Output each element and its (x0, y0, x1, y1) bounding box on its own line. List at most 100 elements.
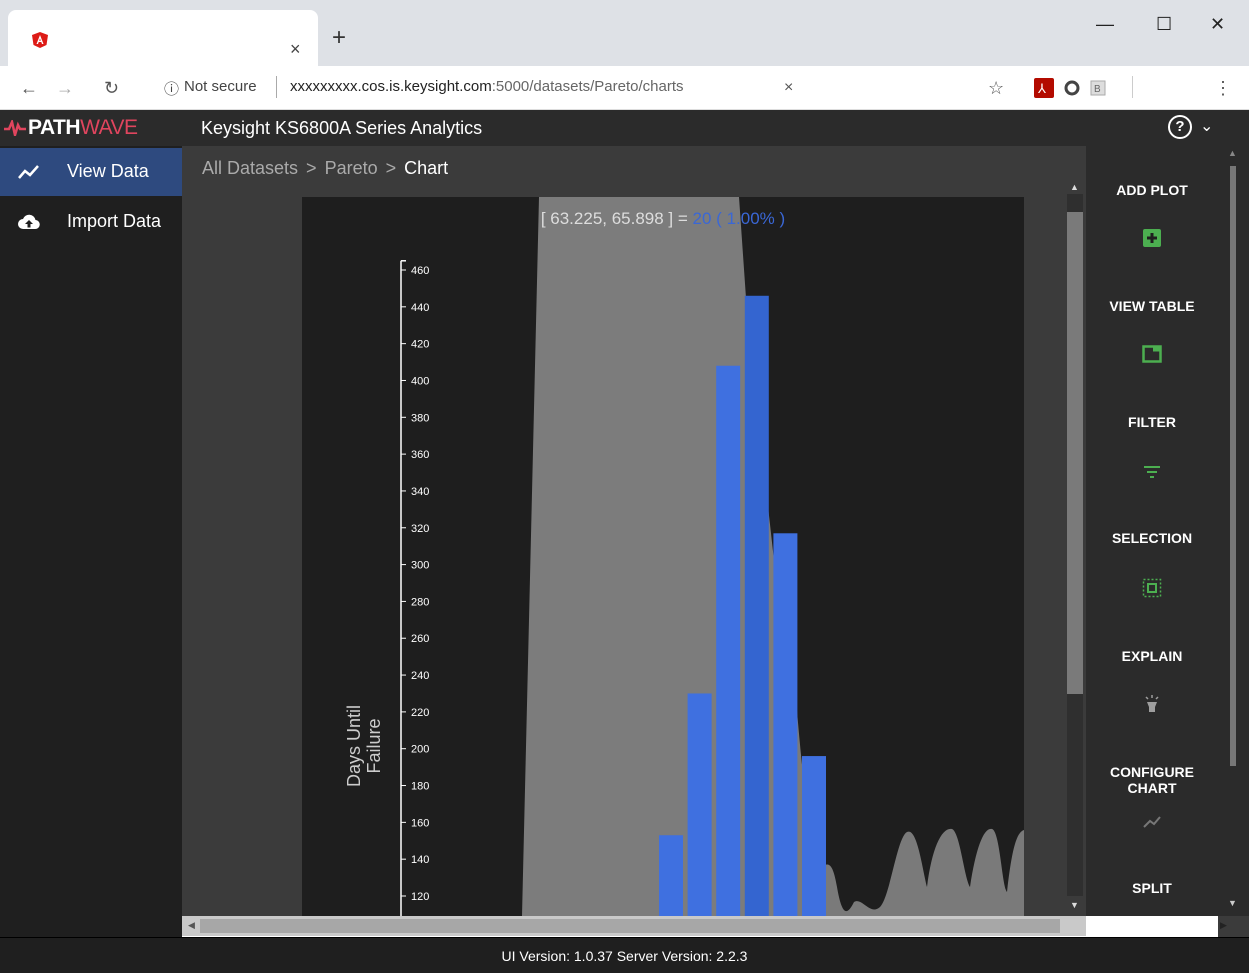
not-secure-label[interactable]: Not secure (184, 78, 257, 95)
filter-icon[interactable] (1142, 462, 1162, 482)
tool-add-plot[interactable]: ADD PLOT (1086, 182, 1218, 198)
histogram-bar[interactable] (716, 365, 741, 916)
chevron-down-icon[interactable]: ⌄ (1200, 116, 1213, 136)
configure-chart-icon[interactable] (1142, 812, 1162, 832)
histogram-bar[interactable] (773, 533, 798, 916)
histogram-bar[interactable] (687, 693, 712, 916)
logo-wave: WAVE (80, 116, 138, 139)
scroll-thumb[interactable] (1230, 166, 1236, 766)
y-tick-label: 420 (411, 339, 429, 351)
extension-circle-icon[interactable] (1064, 80, 1080, 96)
angular-favicon-icon (32, 32, 48, 48)
new-tab-button[interactable]: + (332, 26, 346, 50)
pareto-chart[interactable]: 120 140 160 180 200 220 240 260 280 300 320 340 360 3… (302, 197, 1024, 916)
y-tick-label: 440 (411, 302, 429, 314)
breadcrumb-all-datasets[interactable]: All Datasets (202, 158, 298, 178)
y-tick-label: 400 (411, 375, 429, 387)
breadcrumb-separator: > (306, 158, 317, 178)
y-axis-label: Days Until Failure (344, 705, 384, 787)
tab-close-icon[interactable]: × (290, 40, 301, 58)
y-axis: 120 140 160 180 200 220 240 260 280 300 320 340 360 3… (400, 260, 429, 916)
y-tick-label: 360 (411, 449, 429, 461)
sidebar: View Data Import Data (0, 146, 182, 937)
url-clear-icon[interactable]: × (784, 76, 793, 100)
pulse-logo-icon (4, 120, 26, 136)
url-path: :5000/datasets/Pareto/charts (491, 78, 684, 95)
url-separator (276, 76, 277, 98)
address-bar[interactable]: xxxxxxxxx.cos.is.keysight.com:5000/datas… (290, 78, 684, 95)
sidebar-item-label: View Data (67, 161, 149, 181)
tool-split[interactable]: SPLIT (1086, 880, 1218, 896)
tool-selection[interactable]: SELECTION (1086, 530, 1218, 546)
scroll-down-arrow-icon[interactable]: ▼ (1070, 900, 1079, 910)
breadcrumb-current: Chart (404, 158, 449, 178)
scroll-down-arrow-icon[interactable]: ▼ (1228, 898, 1237, 908)
view-table-icon[interactable] (1142, 344, 1162, 364)
histogram-bar[interactable] (802, 756, 826, 916)
y-tick-label: 280 (411, 596, 429, 608)
scroll-right-arrow-icon[interactable]: ▶ (1220, 920, 1227, 931)
toolbar-divider (1132, 76, 1133, 98)
maximize-button[interactable]: ☐ (1156, 14, 1172, 35)
app-header: PATHWAVE Keysight KS6800A Series Analyti… (0, 110, 1249, 146)
bookmark-star-icon[interactable]: ☆ (988, 76, 1004, 100)
histogram-bar[interactable] (659, 835, 683, 916)
y-axis-label-line: Days Until (344, 704, 364, 787)
help-icon[interactable]: ? (1168, 115, 1192, 139)
main-content: All Datasets > Pareto > Chart 120 140 160 180 20… (182, 146, 1086, 916)
tool-explain[interactable]: EXPLAIN (1086, 648, 1218, 664)
y-tick-label: 380 (411, 412, 429, 424)
scroll-up-arrow-icon[interactable]: ▲ (1070, 182, 1079, 192)
y-tick-label: 340 (411, 486, 429, 498)
browser-menu-icon[interactable]: ⋮ (1214, 76, 1232, 100)
y-tick-label: 320 (411, 523, 429, 535)
scroll-left-arrow-icon[interactable]: ◀ (188, 920, 195, 931)
y-tick-label: 180 (411, 781, 429, 793)
minimize-button[interactable]: — (1096, 14, 1114, 35)
svg-text:⅄: ⅄ (1037, 81, 1046, 96)
chart-tooltip: [ 63.225, 65.898 ] = 20 ( 1.00% ) (302, 209, 1024, 229)
add-plot-icon[interactable] (1142, 228, 1162, 248)
version-info: UI Version: 1.0.37 Server Version: 2.2.3 (501, 948, 748, 964)
browser-toolbar: ← → ↻ ⓘ Not secure xxxxxxxxx.cos.is.keys… (0, 66, 1249, 110)
breadcrumb-dataset[interactable]: Pareto (325, 158, 378, 178)
y-tick-label: 460 (411, 265, 429, 277)
browser-tab[interactable]: × (8, 10, 318, 66)
scroll-thumb[interactable] (1067, 212, 1083, 694)
tools-scrollbar[interactable]: ▲ ▼ ▶ (1218, 146, 1249, 937)
tools-panel: ADD PLOT VIEW TABLE FILTER SELECTION EXP… (1086, 146, 1218, 916)
tool-filter[interactable]: FILTER (1086, 414, 1218, 430)
chart-horizontal-scrollbar[interactable]: ◀ (182, 916, 1086, 936)
y-axis-label-line: Failure (364, 718, 384, 774)
tool-view-table[interactable]: VIEW TABLE (1086, 298, 1218, 314)
cloud-upload-icon (18, 214, 40, 230)
reload-icon[interactable]: ↻ (104, 76, 119, 100)
histogram-bar[interactable] (744, 295, 769, 916)
extension-box-icon[interactable]: B (1090, 80, 1106, 96)
y-tick-label: 140 (411, 854, 429, 866)
tool-configure-chart[interactable]: CONFIGURE CHART (1086, 764, 1218, 796)
info-icon[interactable]: ⓘ (164, 78, 179, 99)
sidebar-item-import-data[interactable]: Import Data (0, 198, 182, 246)
url-host: xxxxxxxxx.cos.is.keysight.com (290, 78, 492, 95)
pdf-extension-icon[interactable]: ⅄ (1034, 78, 1054, 98)
y-tick-label: 200 (411, 744, 429, 756)
breadcrumb: All Datasets > Pareto > Chart (202, 158, 448, 179)
y-tick-label: 160 (411, 817, 429, 829)
tooltip-range: [ 63.225, 65.898 ] = (540, 209, 693, 228)
y-tick-label: 120 (411, 891, 429, 903)
chart-panel[interactable]: 120 140 160 180 200 220 240 260 280 300 320 340 360 3… (302, 197, 1024, 916)
breadcrumb-separator: > (385, 158, 397, 178)
forward-icon[interactable]: → (56, 76, 74, 100)
chart-vertical-scrollbar[interactable]: ▲ ▼ (1064, 176, 1086, 916)
explain-icon[interactable] (1142, 694, 1162, 714)
close-window-button[interactable]: ✕ (1210, 14, 1225, 35)
pathwave-logo: PATHWAVE (28, 116, 138, 140)
tooltip-value: 20 ( 1.00% ) (692, 209, 786, 228)
scroll-thumb[interactable] (200, 919, 1060, 933)
sidebar-item-view-data[interactable]: View Data (0, 148, 182, 196)
selection-icon[interactable] (1142, 578, 1162, 598)
back-icon[interactable]: ← (20, 76, 38, 100)
scroll-up-arrow-icon[interactable]: ▲ (1228, 148, 1237, 158)
logo-path: PATH (28, 116, 81, 139)
